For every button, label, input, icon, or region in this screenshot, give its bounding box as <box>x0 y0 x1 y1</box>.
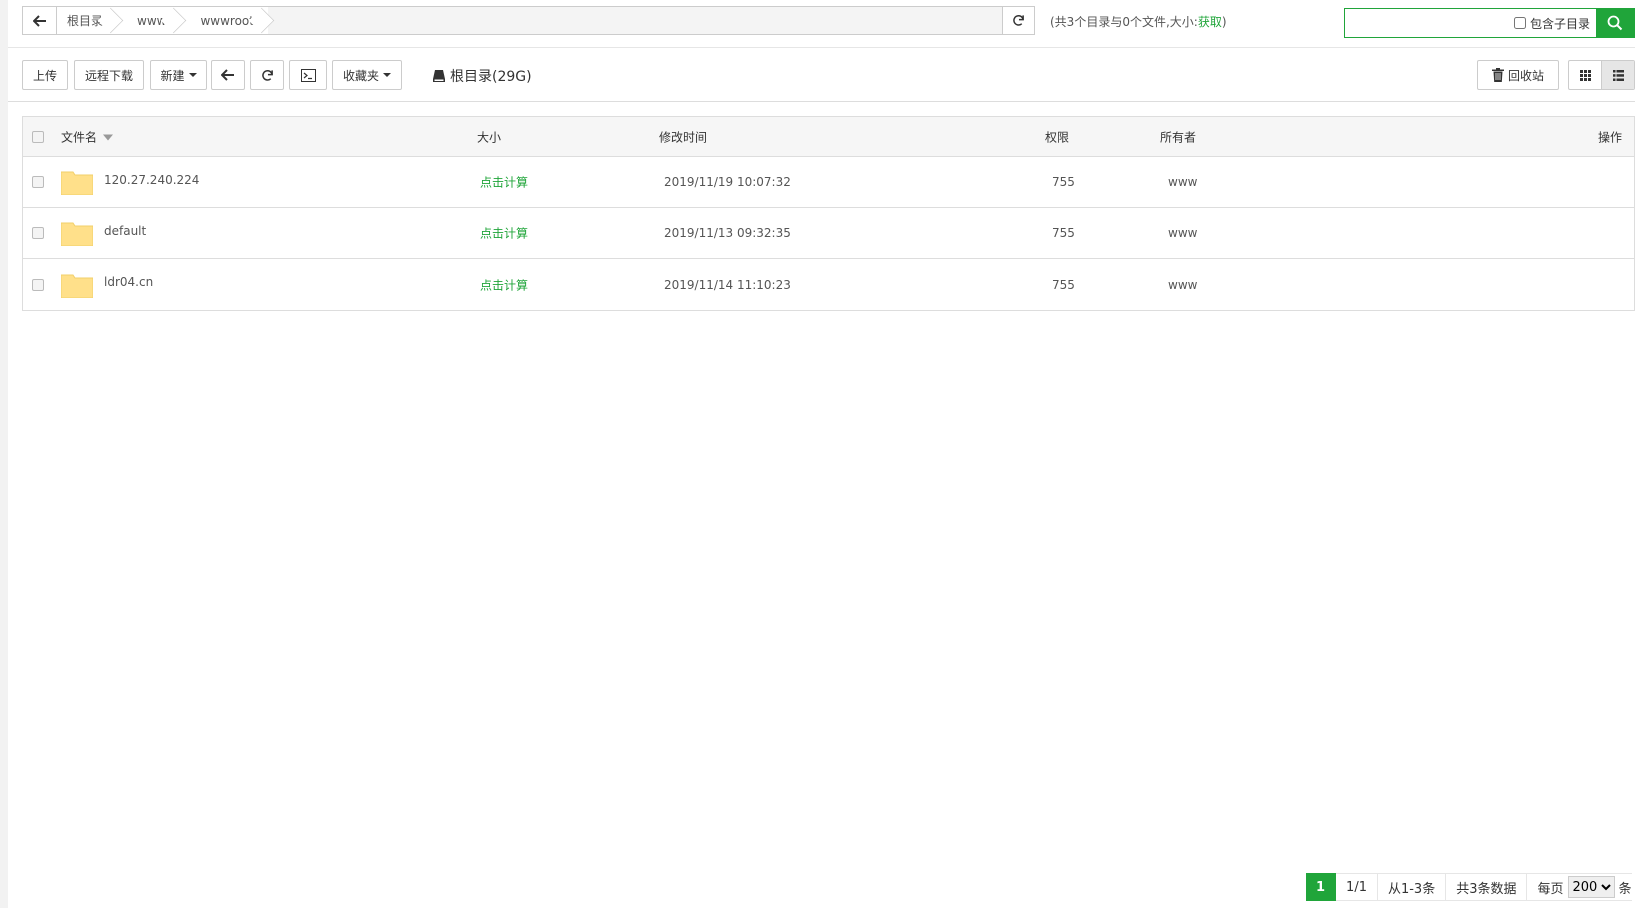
grid-view-button[interactable] <box>1569 61 1601 89</box>
divider <box>8 47 1635 48</box>
page-current[interactable]: 1 <box>1306 873 1337 901</box>
search-icon <box>1607 15 1623 31</box>
view-toggle <box>1568 60 1635 90</box>
column-header-name-label: 文件名 <box>61 130 98 144</box>
select-all-checkbox[interactable] <box>32 130 44 143</box>
column-header-perm: 权限 <box>1045 130 1070 144</box>
per-page-unit: 条 <box>1618 881 1632 897</box>
page-range: 从1-3条 <box>1377 873 1447 901</box>
chevron-down-icon <box>383 73 391 77</box>
per-page: 每页 200 条 <box>1527 873 1632 901</box>
favorites-label: 收藏夹 <box>342 68 379 83</box>
permission[interactable]: 755 <box>1052 278 1075 292</box>
owner[interactable]: www <box>1168 278 1197 292</box>
include-subdir-checkbox[interactable] <box>1513 17 1526 29</box>
per-page-select[interactable]: 200 <box>1567 876 1615 898</box>
remote-download-button[interactable]: 远程下载 <box>74 60 144 90</box>
path-bar: 根目录 www wwwroot <box>22 6 1035 35</box>
calc-size-link[interactable]: 点击计算 <box>480 174 528 191</box>
file-name[interactable]: ldr04.cn <box>104 275 153 289</box>
search-box: 包含子目录 <box>1344 8 1635 38</box>
hdd-icon <box>433 70 445 82</box>
sort-down-icon <box>103 134 114 141</box>
trash-icon <box>1491 68 1504 82</box>
disk-label: 根目录(29G) <box>450 69 532 85</box>
recycle-bin-label: 回收站 <box>1507 68 1544 83</box>
folder-icon <box>61 274 93 298</box>
refresh-icon <box>1013 15 1024 26</box>
breadcrumb: 根目录 www wwwroot <box>57 7 268 34</box>
directory-summary: (共3个目录与0个文件,大小:获取) <box>1050 13 1227 30</box>
favorites-dropdown-button[interactable]: 收藏夹 <box>332 60 402 90</box>
breadcrumb-label: 根目录 <box>67 14 104 28</box>
row-checkbox[interactable] <box>32 227 44 239</box>
folder-icon <box>61 171 93 195</box>
remote-download-label: 远程下载 <box>84 68 133 83</box>
owner[interactable]: www <box>1168 175 1197 189</box>
breadcrumb-item-root[interactable]: 根目录 <box>57 7 117 34</box>
calc-size-link[interactable]: 点击计算 <box>480 225 528 242</box>
path-refresh-button[interactable] <box>1002 7 1034 34</box>
new-label: 新建 <box>160 68 185 83</box>
calc-size-link[interactable]: 点击计算 <box>480 276 528 293</box>
per-page-label: 每页 <box>1537 881 1564 897</box>
folder-icon <box>61 222 93 246</box>
pagination: 1 1/1 从1-3条 共3条数据 每页 200 条 <box>1306 873 1632 901</box>
recycle-bin-button[interactable]: 回收站 <box>1477 60 1559 90</box>
table-row[interactable]: 120.27.240.224 点击计算 2019/11/19 10:07:32 … <box>23 157 1634 208</box>
column-header-name[interactable]: 文件名 <box>61 128 114 145</box>
chevron-down-icon <box>188 73 197 77</box>
modified-time: 2019/11/14 11:10:23 <box>664 277 791 292</box>
terminal-button[interactable] <box>289 60 327 90</box>
get-size-link[interactable]: 获取 <box>1198 15 1222 29</box>
disk-info[interactable]: 根目录(29G) <box>432 66 532 86</box>
include-subdir-toggle[interactable]: 包含子目录 <box>1513 9 1596 37</box>
column-header-size: 大小 <box>477 130 502 144</box>
divider <box>8 101 1635 102</box>
file-table: 文件名 大小 修改时间 权限 所有者 操作 120.27.240.224 点击计… <box>22 116 1635 311</box>
terminal-icon <box>300 68 316 82</box>
column-header-mtime: 修改时间 <box>659 130 708 144</box>
column-header-ops: 操作 <box>1597 130 1622 144</box>
permission[interactable]: 755 <box>1052 175 1075 189</box>
table-row[interactable]: default 点击计算 2019/11/13 09:32:35 755 www <box>23 208 1634 259</box>
include-subdir-label: 包含子目录 <box>1529 16 1590 31</box>
grid-icon <box>1579 69 1591 81</box>
new-dropdown-button[interactable]: 新建 <box>150 60 207 90</box>
column-header-owner: 所有者 <box>1160 130 1197 144</box>
page-count: 1/1 <box>1336 873 1378 901</box>
upload-label: 上传 <box>32 68 57 83</box>
total-count: 共3条数据 <box>1446 873 1528 901</box>
upload-button[interactable]: 上传 <box>22 60 68 90</box>
owner[interactable]: www <box>1168 226 1197 240</box>
breadcrumb-label: www <box>137 13 167 28</box>
back-button[interactable] <box>211 60 245 90</box>
directory-summary-suffix: ) <box>1221 15 1227 29</box>
path-back-button[interactable] <box>23 7 57 34</box>
refresh-icon <box>261 69 273 81</box>
arrow-left-icon <box>221 69 234 81</box>
search-button[interactable] <box>1596 9 1634 37</box>
breadcrumb-item-wwwroot[interactable]: wwwroot <box>180 7 268 34</box>
arrow-left-icon <box>32 14 46 27</box>
list-icon <box>1612 69 1624 81</box>
permission[interactable]: 755 <box>1052 226 1075 240</box>
table-header: 文件名 大小 修改时间 权限 所有者 操作 <box>23 117 1634 157</box>
row-checkbox[interactable] <box>32 278 44 291</box>
search-input[interactable] <box>1345 9 1514 37</box>
file-name[interactable]: default <box>104 224 146 238</box>
row-checkbox[interactable] <box>32 176 44 188</box>
path-input-area[interactable] <box>267 7 1002 34</box>
table-row[interactable]: ldr04.cn 点击计算 2019/11/14 11:10:23 755 ww… <box>23 259 1634 310</box>
list-view-button[interactable] <box>1601 61 1634 89</box>
modified-time: 2019/11/19 10:07:32 <box>664 175 791 189</box>
file-name[interactable]: 120.27.240.224 <box>104 173 199 187</box>
modified-time: 2019/11/13 09:32:35 <box>664 226 791 240</box>
breadcrumb-label: wwwroot <box>200 13 254 28</box>
refresh-button[interactable] <box>250 60 284 90</box>
left-edge <box>0 0 8 908</box>
directory-summary-text: (共3个目录与0个文件,大小: <box>1050 15 1198 29</box>
breadcrumb-item-www[interactable]: www <box>117 7 180 34</box>
